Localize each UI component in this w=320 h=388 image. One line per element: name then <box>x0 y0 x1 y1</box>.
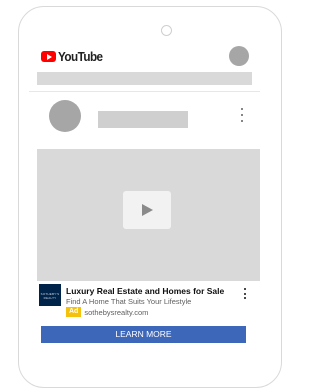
channel-avatar[interactable] <box>49 100 81 132</box>
camera-icon <box>161 25 172 36</box>
ad-badge: Ad <box>66 307 82 317</box>
ad-domain: sothebysrealty.com <box>84 307 149 317</box>
youtube-play-icon <box>41 51 56 62</box>
title-placeholder <box>98 111 188 128</box>
phone-screen: YouTube SOTHEBY'S REALTY Luxury Real Est… <box>29 38 260 356</box>
ad-more-options-icon[interactable] <box>241 288 249 299</box>
ad-title[interactable]: Luxury Real Estate and Homes for Sale <box>66 286 224 296</box>
account-avatar[interactable] <box>229 46 249 66</box>
advertiser-logo-text: SOTHEBY'S REALTY <box>40 292 60 300</box>
search-placeholder-bar <box>37 72 252 85</box>
ad-description: Find A Home That Suits Your Lifestyle <box>66 297 192 306</box>
video-player[interactable] <box>37 149 260 281</box>
ad-meta-row: Ad sothebysrealty.com <box>66 307 148 317</box>
youtube-logo[interactable]: YouTube <box>41 49 107 64</box>
play-button-icon[interactable] <box>123 191 171 229</box>
header-divider <box>29 91 260 92</box>
advertiser-logo[interactable]: SOTHEBY'S REALTY <box>39 284 61 306</box>
app-header: YouTube <box>29 38 260 72</box>
learn-more-button[interactable]: LEARN MORE <box>41 326 246 343</box>
more-options-icon[interactable] <box>237 108 247 122</box>
logo-text: YouTube <box>58 49 103 64</box>
